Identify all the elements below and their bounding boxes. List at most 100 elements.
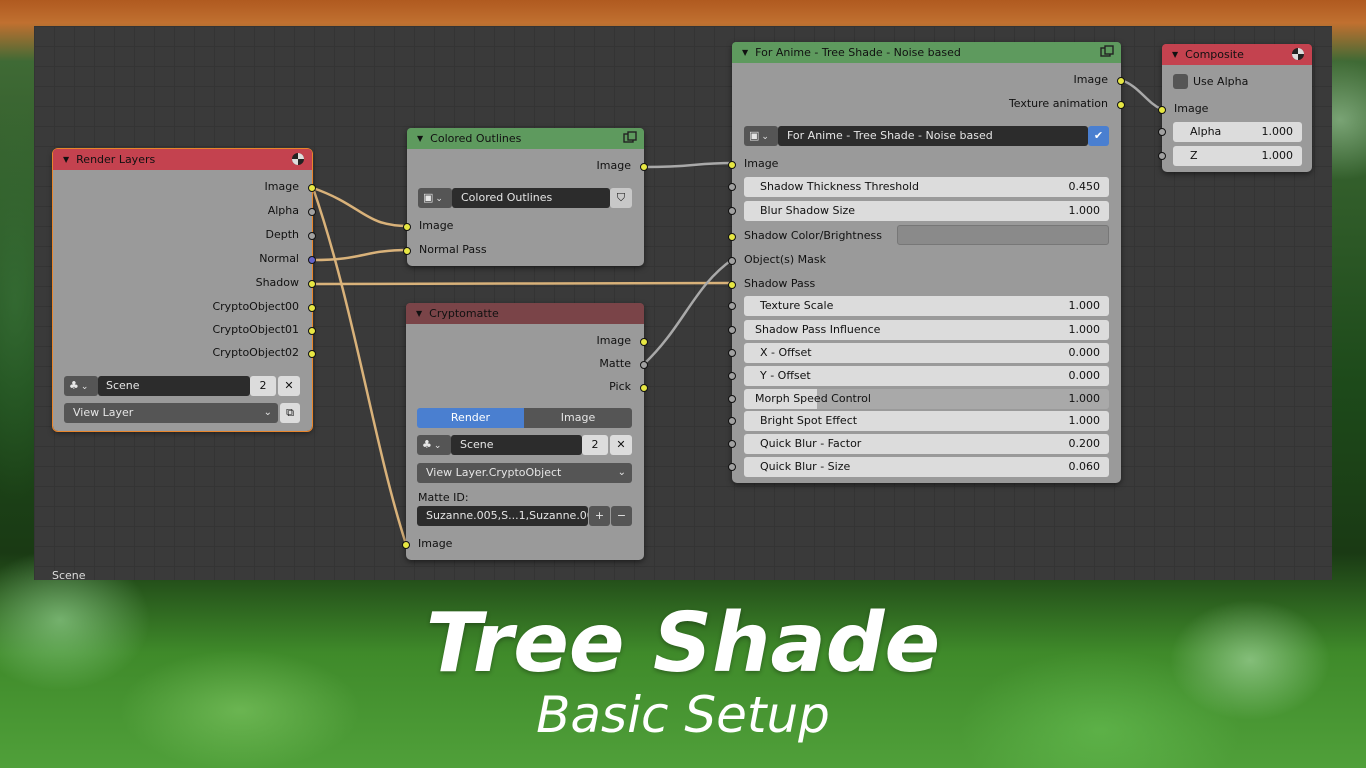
- tab-render[interactable]: Render: [417, 408, 524, 428]
- param-bright-spot-effect[interactable]: Bright Spot Effect 1.000: [744, 411, 1109, 431]
- input-socket[interactable]: [728, 395, 736, 403]
- input-socket[interactable]: [728, 183, 736, 191]
- output-normal-socket[interactable]: [308, 256, 316, 264]
- node-tree-name-field[interactable]: Colored Outlines: [452, 188, 610, 208]
- input-z-socket[interactable]: [1158, 152, 1166, 160]
- param-value: 0.000: [1068, 369, 1101, 382]
- input-image-socket[interactable]: [728, 161, 736, 169]
- input-object-mask-socket[interactable]: [728, 257, 736, 265]
- collapse-triangle-icon[interactable]: ▼: [63, 149, 69, 170]
- node-editor-canvas[interactable]: ▼ Render Layers Image Alpha Depth Normal …: [34, 26, 1332, 580]
- param-texture-scale[interactable]: Texture Scale 1.000: [744, 296, 1109, 316]
- input-image-label: Image: [419, 219, 454, 232]
- output-cryptoobject00-socket[interactable]: [308, 304, 316, 312]
- collapse-triangle-icon[interactable]: ▼: [742, 42, 748, 63]
- render-layers-header[interactable]: ▼ Render Layers: [53, 149, 312, 170]
- node-tree-dropdown[interactable]: ▣ ⌄: [418, 188, 452, 208]
- node-tree-dropdown[interactable]: ▣ ⌄: [744, 126, 778, 146]
- tree-shade-node[interactable]: ▼ For Anime - Tree Shade - Noise based Im…: [728, 42, 1125, 483]
- scene-field[interactable]: Scene: [98, 376, 250, 396]
- param-shadow-thickness-threshold[interactable]: Shadow Thickness Threshold 0.450: [744, 177, 1109, 197]
- input-normal-pass-socket[interactable]: [403, 247, 411, 255]
- output-alpha-socket[interactable]: [308, 208, 316, 216]
- collapse-triangle-icon[interactable]: ▼: [1172, 44, 1178, 65]
- param-blur-shadow-size[interactable]: Blur Shadow Size 1.000: [744, 201, 1109, 221]
- colored-outlines-header[interactable]: ▼ Colored Outlines: [407, 128, 644, 149]
- input-socket[interactable]: [728, 440, 736, 448]
- output-depth-socket[interactable]: [308, 232, 316, 240]
- shadow-color-swatch[interactable]: [897, 225, 1109, 245]
- unlink-scene-button[interactable]: ✕: [278, 376, 300, 396]
- scene-field[interactable]: Scene: [451, 435, 582, 455]
- param-value: 0.060: [1068, 460, 1101, 473]
- input-socket[interactable]: [728, 417, 736, 425]
- output-image-socket[interactable]: [1117, 77, 1125, 85]
- param-label: X - Offset: [760, 346, 812, 359]
- input-socket[interactable]: [728, 463, 736, 471]
- use-alpha-checkbox[interactable]: [1173, 74, 1188, 89]
- param-y-offset[interactable]: Y - Offset 0.000: [744, 366, 1109, 386]
- output-image-socket[interactable]: [640, 338, 648, 346]
- image-icon: ▣: [423, 191, 434, 204]
- param-value: 1.000: [1068, 323, 1101, 336]
- composite-header[interactable]: ▼ Composite: [1162, 44, 1312, 65]
- output-cryptoobject01-label: CryptoObject01: [212, 323, 299, 336]
- output-shadow-socket[interactable]: [308, 280, 316, 288]
- input-alpha-socket[interactable]: [1158, 128, 1166, 136]
- node-tree-name-field[interactable]: For Anime - Tree Shade - Noise based: [778, 126, 1088, 146]
- input-socket[interactable]: [728, 349, 736, 357]
- param-z[interactable]: Z 1.000: [1173, 146, 1302, 166]
- unlink-scene-button[interactable]: ✕: [610, 435, 632, 455]
- collapse-triangle-icon[interactable]: ▼: [417, 128, 423, 149]
- composite-node[interactable]: ▼ Composite Use Alpha Image Alpha 1.000 Z 1…: [1158, 44, 1312, 172]
- output-cryptoobject01-socket[interactable]: [308, 327, 316, 335]
- scene-type-dropdown[interactable]: ♣ ⌄: [417, 435, 451, 455]
- input-shadow-color-socket[interactable]: [728, 233, 736, 241]
- output-matte-socket[interactable]: [640, 361, 648, 369]
- output-image-label: Image: [1073, 73, 1108, 86]
- scene-type-dropdown[interactable]: ♣ ⌄: [64, 376, 98, 396]
- chevron-down-icon: ⌄: [761, 132, 769, 142]
- tree-shade-header[interactable]: ▼ For Anime - Tree Shade - Noise based: [732, 42, 1121, 63]
- image-icon: ▣: [749, 129, 760, 142]
- output-cryptoobject02-socket[interactable]: [308, 350, 316, 358]
- matte-id-field[interactable]: Suzanne.005,S...1,Suzanne.002: [417, 506, 588, 526]
- collapse-triangle-icon[interactable]: ▼: [416, 303, 422, 324]
- input-socket[interactable]: [728, 207, 736, 215]
- param-alpha[interactable]: Alpha 1.000: [1173, 122, 1302, 142]
- param-x-offset[interactable]: X - Offset 0.000: [744, 343, 1109, 363]
- add-matte-button[interactable]: +: [589, 506, 610, 526]
- output-pick-socket[interactable]: [640, 384, 648, 392]
- view-layer-dropdown[interactable]: View Layer ⌄: [64, 403, 278, 423]
- render-layers-node[interactable]: ▼ Render Layers Image Alpha Depth Normal …: [52, 148, 316, 432]
- input-image-socket[interactable]: [1158, 106, 1166, 114]
- output-image-socket[interactable]: [308, 184, 316, 192]
- tree-shade-title: For Anime - Tree Shade - Noise based: [755, 46, 961, 59]
- input-shadow-pass-socket[interactable]: [728, 281, 736, 289]
- input-socket[interactable]: [728, 372, 736, 380]
- node-group-icon: [1100, 45, 1114, 57]
- fake-user-button[interactable]: ⛉: [610, 188, 632, 208]
- cryptomatte-node[interactable]: ▼ Cryptomatte Image Matte Pick Render Ima…: [402, 303, 648, 560]
- input-socket[interactable]: [728, 302, 736, 310]
- param-morph-speed-control[interactable]: Morph Speed Control 1.000: [744, 389, 1109, 409]
- param-shadow-pass-influence[interactable]: Shadow Pass Influence 1.000: [744, 320, 1109, 340]
- fake-user-button[interactable]: ✔: [1088, 126, 1109, 146]
- tab-image[interactable]: Image: [524, 408, 632, 428]
- layer-dropdown[interactable]: View Layer.CryptoObject ⌄: [417, 463, 632, 483]
- scene-icon: ♣: [69, 379, 79, 392]
- output-image-socket[interactable]: [640, 163, 648, 171]
- scene-status-label: Scene: [52, 569, 86, 580]
- input-image-socket[interactable]: [403, 223, 411, 231]
- render-layer-button[interactable]: ⧉: [280, 403, 300, 423]
- input-image-socket[interactable]: [402, 541, 410, 549]
- input-socket[interactable]: [728, 326, 736, 334]
- param-value: 1.000: [1261, 125, 1294, 138]
- remove-matte-button[interactable]: −: [611, 506, 632, 526]
- cryptomatte-header[interactable]: ▼ Cryptomatte: [406, 303, 644, 324]
- param-quick-blur-factor[interactable]: Quick Blur - Factor 0.200: [744, 434, 1109, 454]
- colored-outlines-node[interactable]: ▼ Colored Outlines Image ▣ ⌄ Colored Outli…: [403, 128, 648, 266]
- param-quick-blur-size[interactable]: Quick Blur - Size 0.060: [744, 457, 1109, 477]
- output-texture-animation-socket[interactable]: [1117, 101, 1125, 109]
- input-normal-pass-label: Normal Pass: [419, 243, 487, 256]
